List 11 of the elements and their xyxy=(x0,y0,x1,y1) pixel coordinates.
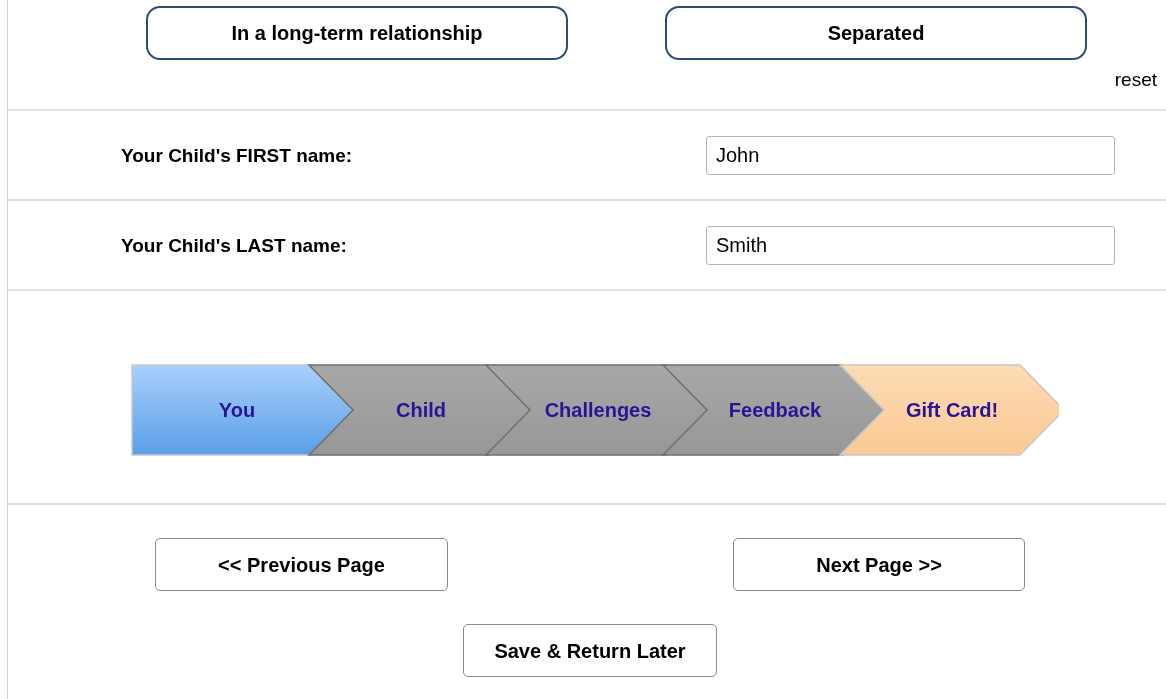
progress-step: Gift Card! xyxy=(838,364,1059,456)
input-field[interactable]: John xyxy=(706,136,1115,175)
field-label: Your Child's FIRST name: xyxy=(121,144,354,168)
field-label: Your Child's LAST name: xyxy=(121,234,348,258)
relationship-option-button[interactable]: Separated xyxy=(665,6,1087,60)
next-page-button[interactable]: Next Page >> xyxy=(733,538,1025,591)
reset-link[interactable]: reset xyxy=(1114,66,1157,95)
previous-page-button[interactable]: << Previous Page xyxy=(155,538,448,591)
input-field[interactable]: Smith xyxy=(706,226,1115,265)
relationship-option-button[interactable]: In a long-term relationship xyxy=(146,6,568,60)
save-return-later-button[interactable]: Save & Return Later xyxy=(463,624,717,677)
